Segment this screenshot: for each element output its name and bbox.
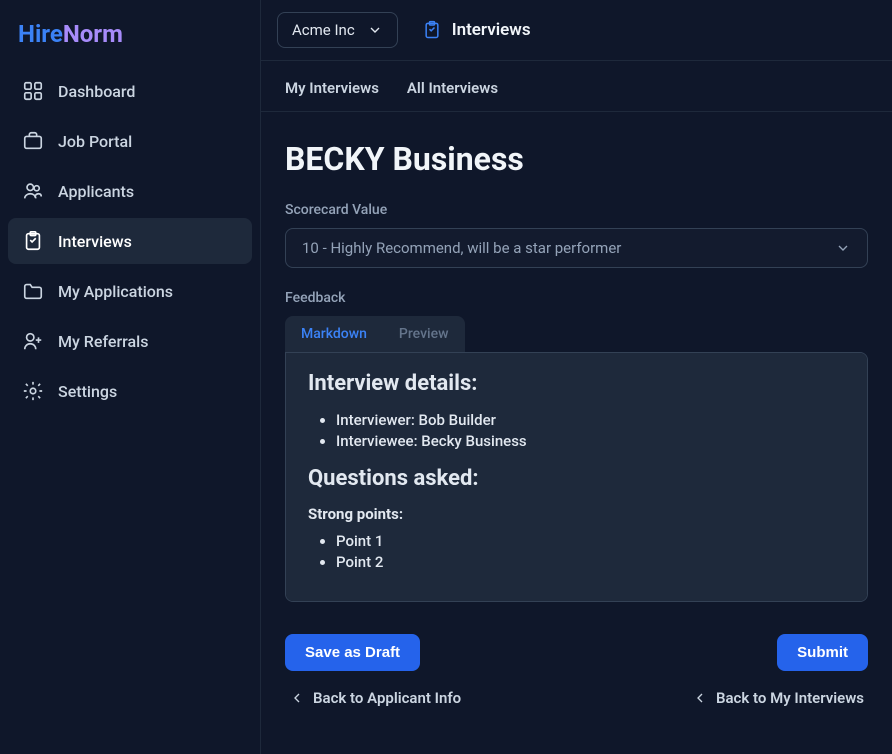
sidebar-item-label: Dashboard	[58, 82, 135, 101]
back-link-label: Back to My Interviews	[716, 689, 864, 707]
preview-interviewer: Interviewer: Bob Builder	[336, 410, 845, 431]
scorecard-select[interactable]: 10 - Highly Recommend, will be a star pe…	[285, 228, 868, 268]
breadcrumb: Interviews	[422, 20, 531, 40]
editor-tab-markdown[interactable]: Markdown	[285, 316, 383, 352]
sidebar-item-label: Settings	[58, 382, 117, 401]
page-title: BECKY Business	[285, 140, 868, 178]
tab-my-interviews[interactable]: My Interviews	[285, 79, 379, 111]
org-selector[interactable]: Acme Inc	[277, 12, 398, 48]
folder-icon	[22, 280, 44, 302]
chevron-down-icon	[835, 240, 851, 256]
sidebar-item-interviews[interactable]: Interviews	[8, 218, 252, 264]
sidebar-item-job-portal[interactable]: Job Portal	[8, 118, 252, 164]
logo-part1: Hire	[18, 20, 63, 48]
sidebar-item-label: Interviews	[58, 232, 132, 251]
preview-point: Point 2	[336, 552, 845, 573]
preview-heading-details: Interview details:	[308, 371, 845, 396]
feedback-preview[interactable]: Interview details: Interviewer: Bob Buil…	[285, 352, 868, 602]
save-draft-button[interactable]: Save as Draft	[285, 634, 420, 671]
back-to-interviews-link[interactable]: Back to My Interviews	[692, 689, 864, 707]
back-to-applicant-link[interactable]: Back to Applicant Info	[289, 689, 461, 707]
content: My Interviews All Interviews BECKY Busin…	[261, 61, 892, 754]
logo: HireNorm	[0, 15, 260, 68]
chevron-left-icon	[692, 690, 708, 706]
topbar: Acme Inc Interviews	[261, 0, 892, 61]
chevron-left-icon	[289, 690, 305, 706]
action-row: Save as Draft Submit	[285, 634, 868, 671]
main: Acme Inc Interviews My Interviews All In…	[261, 0, 892, 754]
scorecard-value: 10 - Highly Recommend, will be a star pe…	[302, 239, 621, 257]
preview-heading-questions: Questions asked:	[308, 466, 845, 491]
sidebar-item-my-applications[interactable]: My Applications	[8, 268, 252, 314]
inner-content: BECKY Business Scorecard Value 10 - High…	[261, 112, 892, 731]
org-name: Acme Inc	[292, 21, 355, 39]
nav: Dashboard Job Portal Applicants Intervie…	[0, 68, 260, 414]
submit-button[interactable]: Submit	[777, 634, 868, 671]
feedback-label: Feedback	[285, 290, 868, 306]
sidebar-item-label: Applicants	[58, 182, 134, 201]
preview-point: Point 1	[336, 531, 845, 552]
user-plus-icon	[22, 330, 44, 352]
sidebar-item-label: Job Portal	[58, 132, 132, 151]
scorecard-label: Scorecard Value	[285, 202, 868, 218]
tab-all-interviews[interactable]: All Interviews	[407, 79, 498, 111]
sidebar: HireNorm Dashboard Job Portal Applicants	[0, 0, 261, 754]
chevron-down-icon	[367, 22, 383, 38]
logo-part2: Norm	[63, 20, 123, 48]
sidebar-item-dashboard[interactable]: Dashboard	[8, 68, 252, 114]
briefcase-icon	[22, 130, 44, 152]
editor-tab-preview[interactable]: Preview	[383, 316, 465, 352]
clipboard-icon	[422, 20, 442, 40]
sidebar-item-settings[interactable]: Settings	[8, 368, 252, 414]
back-link-label: Back to Applicant Info	[313, 689, 461, 707]
users-icon	[22, 180, 44, 202]
editor-tabs: Markdown Preview	[285, 316, 465, 352]
tabs: My Interviews All Interviews	[261, 61, 892, 112]
preview-strong-label: Strong points:	[308, 505, 845, 523]
clipboard-icon	[22, 230, 44, 252]
sidebar-item-my-referrals[interactable]: My Referrals	[8, 318, 252, 364]
dashboard-icon	[22, 80, 44, 102]
footer-links: Back to Applicant Info Back to My Interv…	[285, 689, 868, 707]
preview-interviewee: Interviewee: Becky Business	[336, 431, 845, 452]
breadcrumb-text: Interviews	[452, 20, 531, 40]
sidebar-item-label: My Applications	[58, 282, 173, 301]
sidebar-item-applicants[interactable]: Applicants	[8, 168, 252, 214]
gear-icon	[22, 380, 44, 402]
sidebar-item-label: My Referrals	[58, 332, 148, 351]
